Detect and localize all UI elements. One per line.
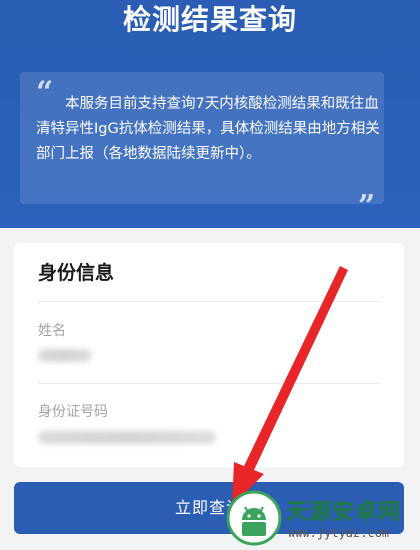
id-number-field[interactable] (38, 431, 216, 444)
watermark-url: www.jytyaz.com (288, 526, 390, 540)
name-field[interactable] (38, 349, 92, 362)
watermark-title: 天源安卓网 (286, 500, 402, 525)
card-title: 身份信息 (38, 262, 115, 284)
page-title: 检测结果查询 (122, 3, 297, 36)
notice-text: 本服务目前支持查询7天内核酸检测结果和既往血清特异性IgG抗体检测结果，具体检测… (36, 96, 380, 162)
identity-card: 身份信息 姓名 身份证号码 (14, 243, 404, 467)
divider (38, 301, 380, 302)
android-logo-icon (226, 490, 282, 546)
divider (38, 383, 380, 384)
notice-box: “ 本服务目前支持查询7天内核酸检测结果和既往血清特异性IgG抗体检测结果，具体… (20, 72, 384, 222)
id-number-label: 身份证号码 (38, 404, 108, 420)
name-label: 姓名 (38, 323, 66, 339)
watermark: 天源安卓网 www.jytyaz.com (220, 488, 420, 550)
quote-close-icon: ” (358, 189, 376, 224)
header-banner: 检测结果查询 “ 本服务目前支持查询7天内核酸检测结果和既往血清特异性IgG抗体… (0, 0, 420, 228)
